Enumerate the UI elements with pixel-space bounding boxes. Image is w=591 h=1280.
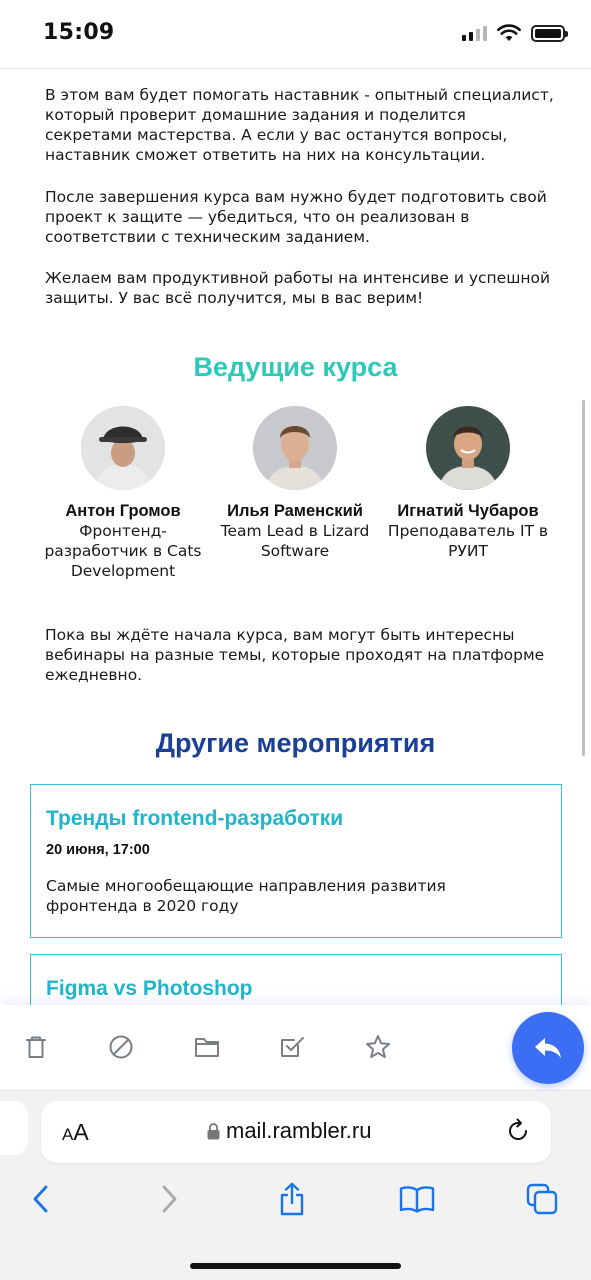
intro-paragraph-project: После завершения курса вам нужно будет п… <box>45 188 547 246</box>
event-card[interactable]: Тренды frontend-разработки 20 июня, 17:0… <box>30 784 562 938</box>
share-icon[interactable] <box>274 1181 310 1217</box>
reload-icon[interactable] <box>505 1118 531 1144</box>
back-icon[interactable] <box>23 1181 59 1217</box>
mentor-name: Игнатий Чубаров <box>397 502 539 520</box>
event-description: Самые многообещающие направления развити… <box>46 877 446 915</box>
mentors-heading: Ведущие курса <box>193 352 398 382</box>
event-title[interactable]: Тренды frontend-разработки <box>46 807 343 831</box>
mentor-role: Преподаватель IT в РУИТ <box>387 522 549 560</box>
trash-icon[interactable] <box>21 1032 51 1062</box>
event-date: 20 июня, 17:00 <box>46 842 150 858</box>
tabs-icon[interactable] <box>524 1181 560 1217</box>
mentor-name: Илья Раменский <box>227 502 363 520</box>
mentor-name: Антон Громов <box>65 502 181 520</box>
reply-button[interactable] <box>512 1012 584 1084</box>
reply-icon <box>535 1038 561 1058</box>
events-heading: Другие мероприятия <box>155 728 436 758</box>
intro-paragraph-mentor: В этом вам будет помогать наставник - оп… <box>45 86 554 164</box>
star-icon[interactable] <box>363 1032 393 1062</box>
previous-tab-preview[interactable] <box>0 1101 28 1155</box>
forward-icon[interactable] <box>151 1181 187 1217</box>
webinars-paragraph: Пока вы ждёте начала курса, вам могут бы… <box>45 626 545 684</box>
lock-icon <box>207 1123 220 1140</box>
address-bar[interactable]: AA mail.rambler.ru <box>41 1101 551 1163</box>
mail-action-toolbar <box>0 1005 591 1091</box>
bookmarks-icon[interactable] <box>399 1181 435 1217</box>
home-indicator <box>190 1263 401 1269</box>
mentor-role: Team Lead в Lizard Software <box>220 522 370 560</box>
mentor-role: Фронтенд-разработчик в Cats Development <box>44 522 202 580</box>
url-field[interactable]: mail.rambler.ru <box>207 1118 371 1144</box>
event-card[interactable]: Figma vs Photoshop <box>30 954 562 1005</box>
battery-icon <box>531 24 568 42</box>
mentor-avatar <box>81 406 165 490</box>
folder-icon[interactable] <box>192 1032 222 1062</box>
event-title[interactable]: Figma vs Photoshop <box>46 977 253 1001</box>
block-icon[interactable] <box>106 1032 136 1062</box>
scrollbar[interactable] <box>582 400 585 756</box>
mentor-card: Антон Громов Фронтенд-разработчик в Cats… <box>38 406 208 581</box>
mentor-card: Илья Раменский Team Lead в Lizard Softwa… <box>210 406 380 561</box>
text-size-button[interactable]: AA <box>62 1119 89 1146</box>
mentor-avatar <box>253 406 337 490</box>
status-bar: 15:09 <box>0 0 591 68</box>
status-time: 15:09 <box>43 20 115 45</box>
mentor-card: Игнатий Чубаров Преподаватель IT в РУИТ <box>383 406 553 561</box>
mark-done-icon[interactable] <box>277 1032 307 1062</box>
url-text: mail.rambler.ru <box>226 1118 372 1143</box>
signal-icon <box>462 25 487 41</box>
browser-bottom-bar: AA mail.rambler.ru <box>0 1091 591 1280</box>
intro-paragraph-wishes: Желаем вам продуктивной работы на интенс… <box>45 269 551 307</box>
email-content[interactable]: В этом вам будет помогать наставник - оп… <box>0 69 591 1005</box>
status-icons <box>462 24 568 42</box>
wifi-icon <box>497 24 521 41</box>
mentor-avatar <box>426 406 510 490</box>
